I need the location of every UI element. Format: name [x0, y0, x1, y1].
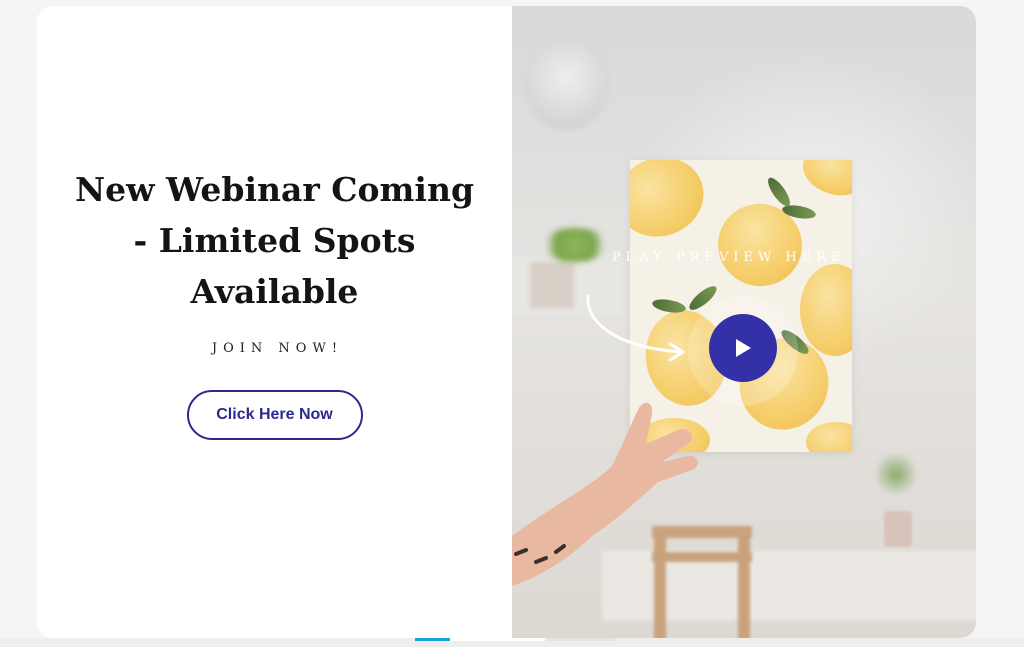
curved-arrow-icon — [586, 294, 685, 362]
slide-indicator[interactable] — [450, 638, 545, 641]
hand-image — [512, 402, 698, 586]
hero-subheading: JOIN NOW! — [211, 341, 344, 356]
play-icon — [736, 339, 751, 357]
play-preview-button[interactable] — [709, 314, 777, 382]
small-pot-image — [884, 511, 912, 547]
hero-headline: New Webinar Coming - Limited Spots Avail… — [74, 170, 475, 311]
hero-text-panel: New Webinar Coming - Limited Spots Avail… — [37, 6, 512, 638]
webinar-card: New Webinar Coming - Limited Spots Avail… — [37, 6, 976, 638]
plant-pot-image — [530, 262, 574, 308]
page: New Webinar Coming - Limited Spots Avail… — [0, 0, 1024, 647]
slide-indicator-active[interactable] — [415, 638, 450, 641]
wall-clock-image — [524, 34, 610, 130]
slide-indicator[interactable] — [545, 638, 615, 641]
plant-image — [540, 228, 610, 262]
video-preview-panel[interactable]: PLAY PREVIEW HERE — [512, 6, 976, 638]
click-here-now-button[interactable]: Click Here Now — [186, 390, 363, 440]
small-plant-image — [872, 454, 920, 494]
play-preview-label: PLAY PREVIEW HERE — [612, 250, 846, 265]
